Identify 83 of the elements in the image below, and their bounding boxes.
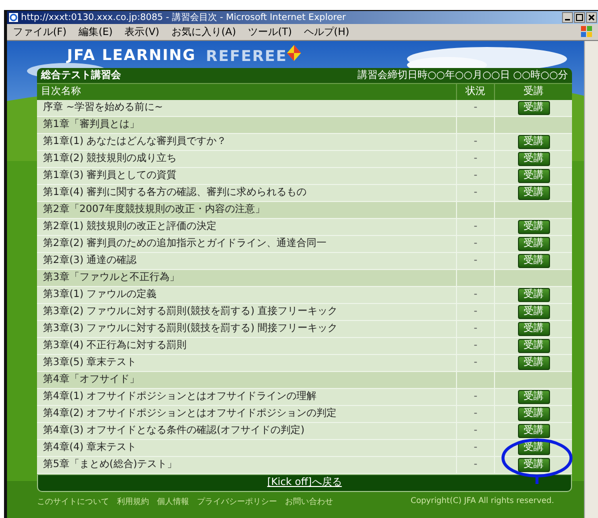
logo-text-accent: REFEREE xyxy=(206,46,288,64)
lesson-title: 第1章(4) 審判に関する各方の確認、審判に求められるもの xyxy=(42,188,308,198)
lesson-title: 第3章(1) ファウルの定義 xyxy=(42,290,158,300)
lesson-title: 第2章(1) 競技規則の改正と評価の決定 xyxy=(42,222,218,232)
lesson-title: 第3章(5) 章末テスト xyxy=(42,358,138,368)
close-icon[interactable] xyxy=(586,12,597,23)
lesson-title: 第1章(2) 競技規則の成り立ち xyxy=(42,154,178,164)
panel-title: 総合テスト講習会 xyxy=(41,70,121,80)
lesson-title: 第2章(3) 通達の確認 xyxy=(42,256,138,266)
attend-button[interactable]: 受講 xyxy=(518,356,550,370)
lesson-title: 第4章(2) オフサイドポジションとはオフサイドポジションの判定 xyxy=(42,409,338,419)
lesson-title: 第3章(4) 不正行為に対する罰則 xyxy=(42,341,188,351)
status-text: - xyxy=(456,219,494,235)
status-text: - xyxy=(456,134,494,150)
window-title: http://xxxt:0130.xxx.co.jp:8085 - 講習会目次 - Microsoft Internet Explorer xyxy=(21,12,347,24)
menu-item[interactable]: ファイル(F) xyxy=(13,25,67,39)
lesson-title: 序章 ~学習を始める前に~ xyxy=(42,103,164,113)
attend-button[interactable]: 受講 xyxy=(518,169,550,183)
lesson-title: 第3章(3) ファウルに対する罰則(競技を罰する) 間接フリーキック xyxy=(42,324,339,334)
menu-item[interactable]: 編集(E) xyxy=(78,25,113,39)
back-link[interactable]: [Kick off]へ戻る xyxy=(267,478,342,488)
status-text: - xyxy=(456,168,494,184)
footer-link[interactable]: お問い合わせ xyxy=(285,496,333,507)
attend-button[interactable]: 受講 xyxy=(518,390,550,404)
status-text: - xyxy=(456,406,494,422)
attend-button[interactable]: 受講 xyxy=(518,254,550,268)
lesson-title: 第5章「まとめ(総合)テスト」 xyxy=(42,460,178,470)
attend-button[interactable]: 受講 xyxy=(518,339,550,353)
windows-flag-icon xyxy=(580,25,594,38)
lesson-title: 第4章(3) オフサイドとなる条件の確認(オフサイドの判定) xyxy=(42,426,306,436)
chapter-heading: 第1章「審判員とは」 xyxy=(42,120,140,130)
status-text: - xyxy=(456,304,494,320)
menu-item[interactable]: ヘルプ(H) xyxy=(304,25,350,39)
attend-button[interactable]: 受講 xyxy=(518,288,550,302)
footer-link[interactable]: 利用規約 xyxy=(117,496,149,507)
deadline-text: 講習会締切日時○○年○○月○○日 ○○時○○分 xyxy=(358,70,568,80)
lesson-title: 第4章(4) 章末テスト xyxy=(42,443,138,453)
attend-button[interactable]: 受講 xyxy=(518,135,550,149)
status-text: - xyxy=(456,185,494,201)
lesson-title: 第1章(1) あなたはどんな審判員ですか？ xyxy=(42,137,228,147)
attend-button[interactable]: 受講 xyxy=(518,407,550,421)
status-text: - xyxy=(456,423,494,439)
minimize-icon[interactable] xyxy=(562,12,573,23)
lesson-title: 第2章(2) 審判員のための追加指示とガイドライン、通達合同一 xyxy=(42,239,328,249)
attend-button[interactable]: 受講 xyxy=(518,424,550,438)
attend-button[interactable]: 受講 xyxy=(518,322,550,336)
attend-button[interactable]: 受講 xyxy=(518,152,550,166)
menu-item[interactable]: 表示(V) xyxy=(124,25,160,39)
menu-item[interactable]: ツール(T) xyxy=(248,25,292,39)
column-header: 目次名称 xyxy=(40,87,82,97)
attend-button[interactable]: 受講 xyxy=(518,237,550,251)
footer-link[interactable]: プライバシーポリシー xyxy=(197,496,277,507)
status-text: - xyxy=(456,253,494,269)
maximize-icon[interactable] xyxy=(574,12,585,23)
footer-link[interactable]: 個人情報 xyxy=(157,496,189,507)
status-text: - xyxy=(456,100,494,116)
lesson-title: 第4章(1) オフサイドポジションとはオフサイドラインの理解 xyxy=(42,392,318,402)
status-text: - xyxy=(456,440,494,456)
copyright-text: Copyright(C) JFA All rights reserved. xyxy=(410,496,554,507)
logo-text: JFA LEARNING xyxy=(67,46,196,64)
chapter-heading: 第2章「2007年度競技規則の改正・内容の注意」 xyxy=(42,205,266,215)
status-text: - xyxy=(456,389,494,405)
attend-button[interactable]: 受講 xyxy=(518,305,550,319)
status-text: - xyxy=(456,287,494,303)
lesson-title: 第3章(2) ファウルに対する罰則(競技を罰する) 直接フリーキック xyxy=(42,307,339,317)
status-text: - xyxy=(456,457,494,473)
attend-button[interactable]: 受講 xyxy=(518,101,550,115)
chapter-heading: 第3章「ファウルと不正行為」 xyxy=(42,273,180,283)
attend-button[interactable]: 受講 xyxy=(518,458,550,472)
scroll-bar[interactable] xyxy=(584,41,598,518)
diamond-logo-icon xyxy=(287,44,302,60)
status-text: - xyxy=(456,321,494,337)
status-text: - xyxy=(456,338,494,354)
status-text: - xyxy=(456,236,494,252)
footer-link[interactable]: このサイトについて xyxy=(37,496,109,507)
attend-button[interactable]: 受講 xyxy=(518,220,550,234)
chapter-heading: 第4章「オフサイド」 xyxy=(42,375,140,385)
attend-button[interactable]: 受講 xyxy=(518,186,550,200)
menu-item[interactable]: お気に入り(A) xyxy=(171,25,236,39)
browser-icon xyxy=(9,13,18,22)
status-text: - xyxy=(456,151,494,167)
lesson-title: 第1章(3) 審判員としての資質 xyxy=(42,171,178,181)
status-text: - xyxy=(456,355,494,371)
